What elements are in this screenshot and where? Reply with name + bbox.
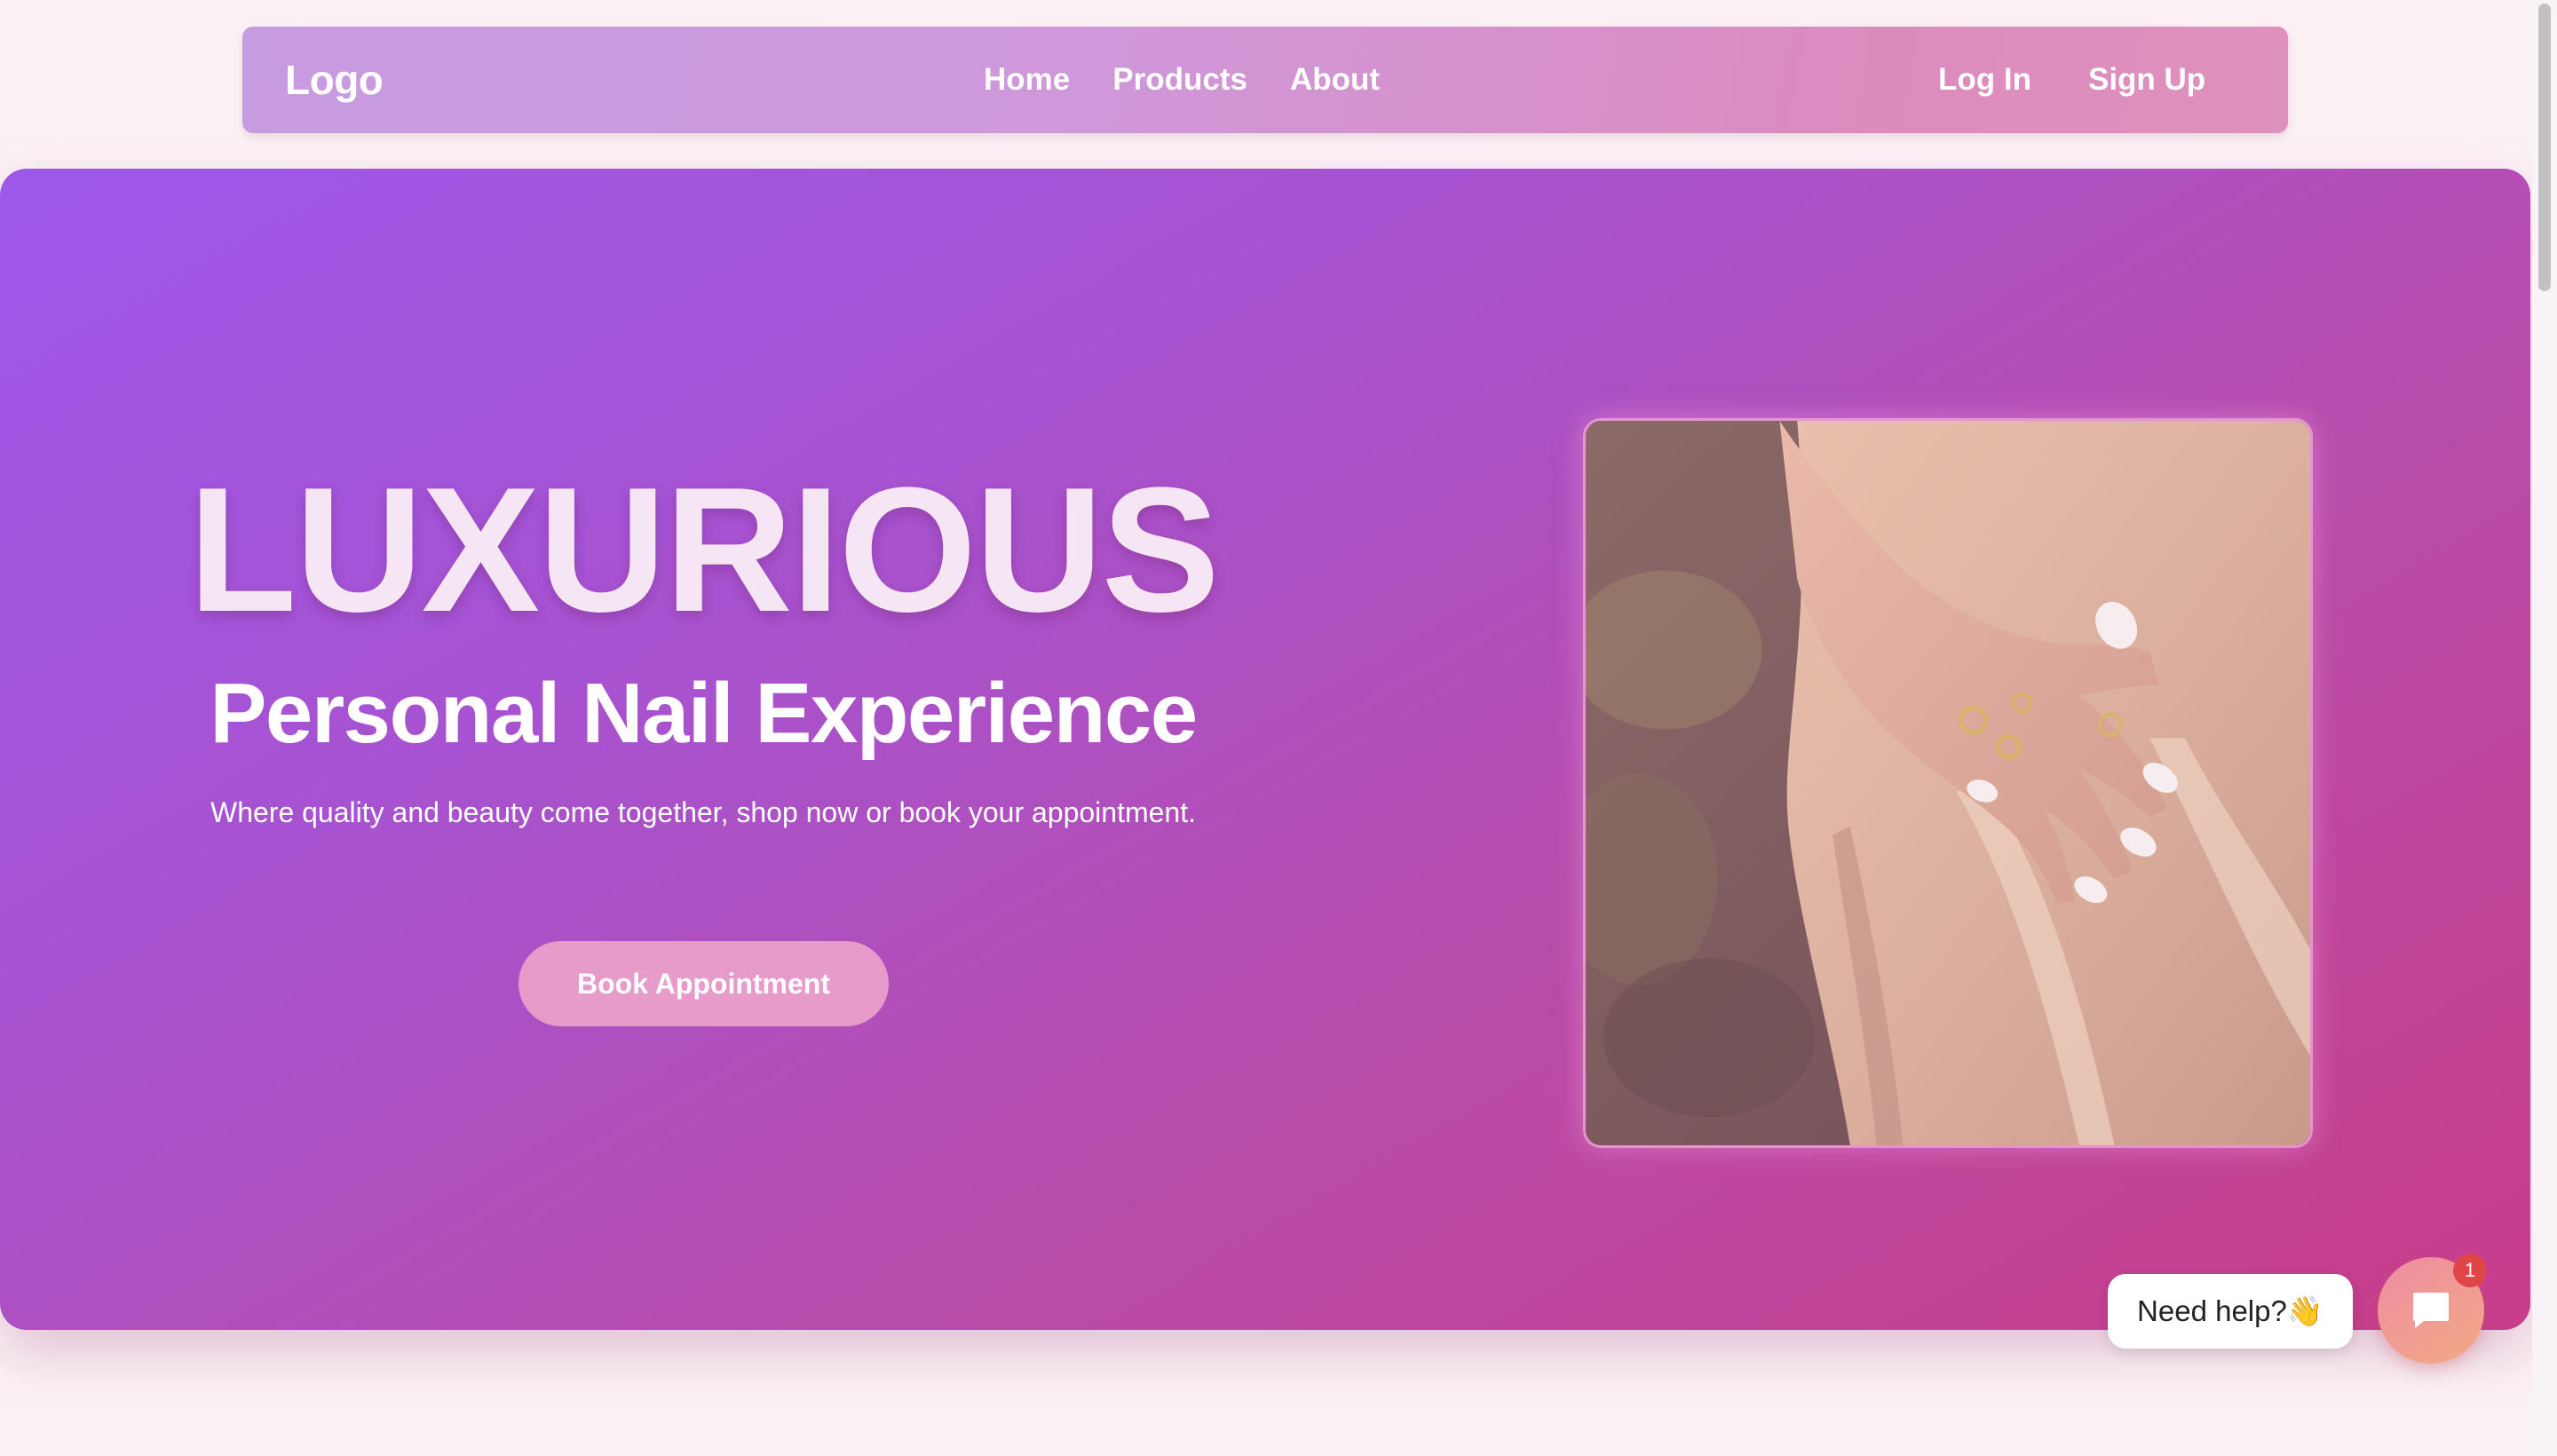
notification-badge: 1 <box>2453 1254 2487 1287</box>
nav-links: Home Products About <box>984 27 1380 133</box>
signup-link[interactable]: Sign Up <box>2088 62 2205 98</box>
hand-photo-illustration <box>1586 421 2310 1145</box>
hero-title: LUXURIOUS <box>188 451 1220 649</box>
nav-about-link[interactable]: About <box>1290 62 1380 98</box>
nav-home-link[interactable]: Home <box>984 62 1070 98</box>
nav-products-link[interactable]: Products <box>1112 62 1247 98</box>
login-link[interactable]: Log In <box>1938 62 2031 98</box>
hero-image <box>1583 418 2313 1148</box>
logo[interactable]: Logo <box>285 27 384 133</box>
auth-links: Log In Sign Up <box>1938 27 2205 133</box>
need-help-bubble[interactable]: Need help?👋 <box>2108 1274 2353 1349</box>
hero-tagline: Where quality and beauty come together, … <box>210 796 1196 828</box>
hero-section: LUXURIOUS Personal Nail Experience Where… <box>0 169 2530 1330</box>
book-appointment-button[interactable]: Book Appointment <box>519 941 889 1026</box>
scrollbar-thumb[interactable] <box>2538 4 2551 291</box>
navbar: Logo Home Products About Log In Sign Up <box>242 27 2288 133</box>
hero-subtitle: Personal Nail Experience <box>210 666 1198 761</box>
